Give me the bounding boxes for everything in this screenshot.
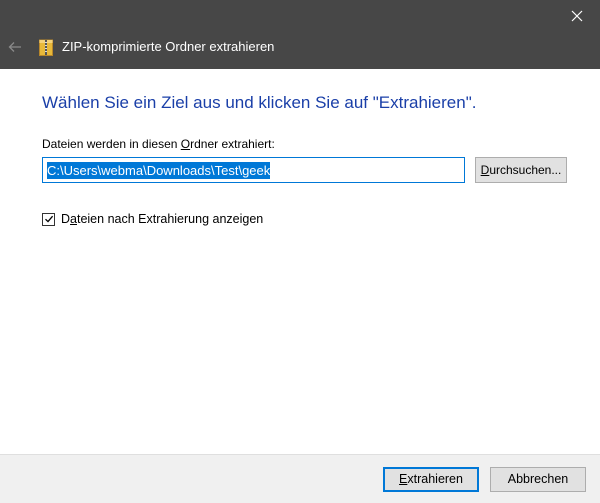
back-button[interactable]: [4, 36, 26, 58]
show-files-option[interactable]: Dateien nach Extrahierung anzeigen: [42, 211, 263, 227]
zip-folder-icon: [39, 39, 53, 56]
browse-button[interactable]: Durchsuchen...: [475, 157, 567, 183]
extract-button[interactable]: Extrahieren: [383, 467, 479, 492]
destination-path-input[interactable]: C:\Users\webma\Downloads\Test\geek: [42, 157, 465, 183]
show-files-checkbox[interactable]: [42, 212, 55, 226]
close-button[interactable]: [554, 0, 600, 32]
close-icon: [571, 10, 583, 22]
destination-label: Dateien werden in diesen Ordner extrahie…: [42, 137, 275, 151]
window-title: ZIP-komprimierte Ordner extrahieren: [62, 39, 275, 54]
instruction-heading: Wählen Sie ein Ziel aus und klicken Sie …: [42, 93, 477, 112]
show-files-label: Dateien nach Extrahierung anzeigen: [61, 212, 264, 226]
title-bar: ZIP-komprimierte Ordner extrahieren: [0, 0, 600, 69]
cancel-button[interactable]: Abbrechen: [490, 467, 586, 492]
checkmark-icon: [44, 215, 53, 223]
dialog-footer: Extrahieren Abbrechen: [0, 454, 600, 503]
back-arrow-icon: [8, 42, 21, 52]
destination-path-value: C:\Users\webma\Downloads\Test\geek: [47, 162, 271, 179]
